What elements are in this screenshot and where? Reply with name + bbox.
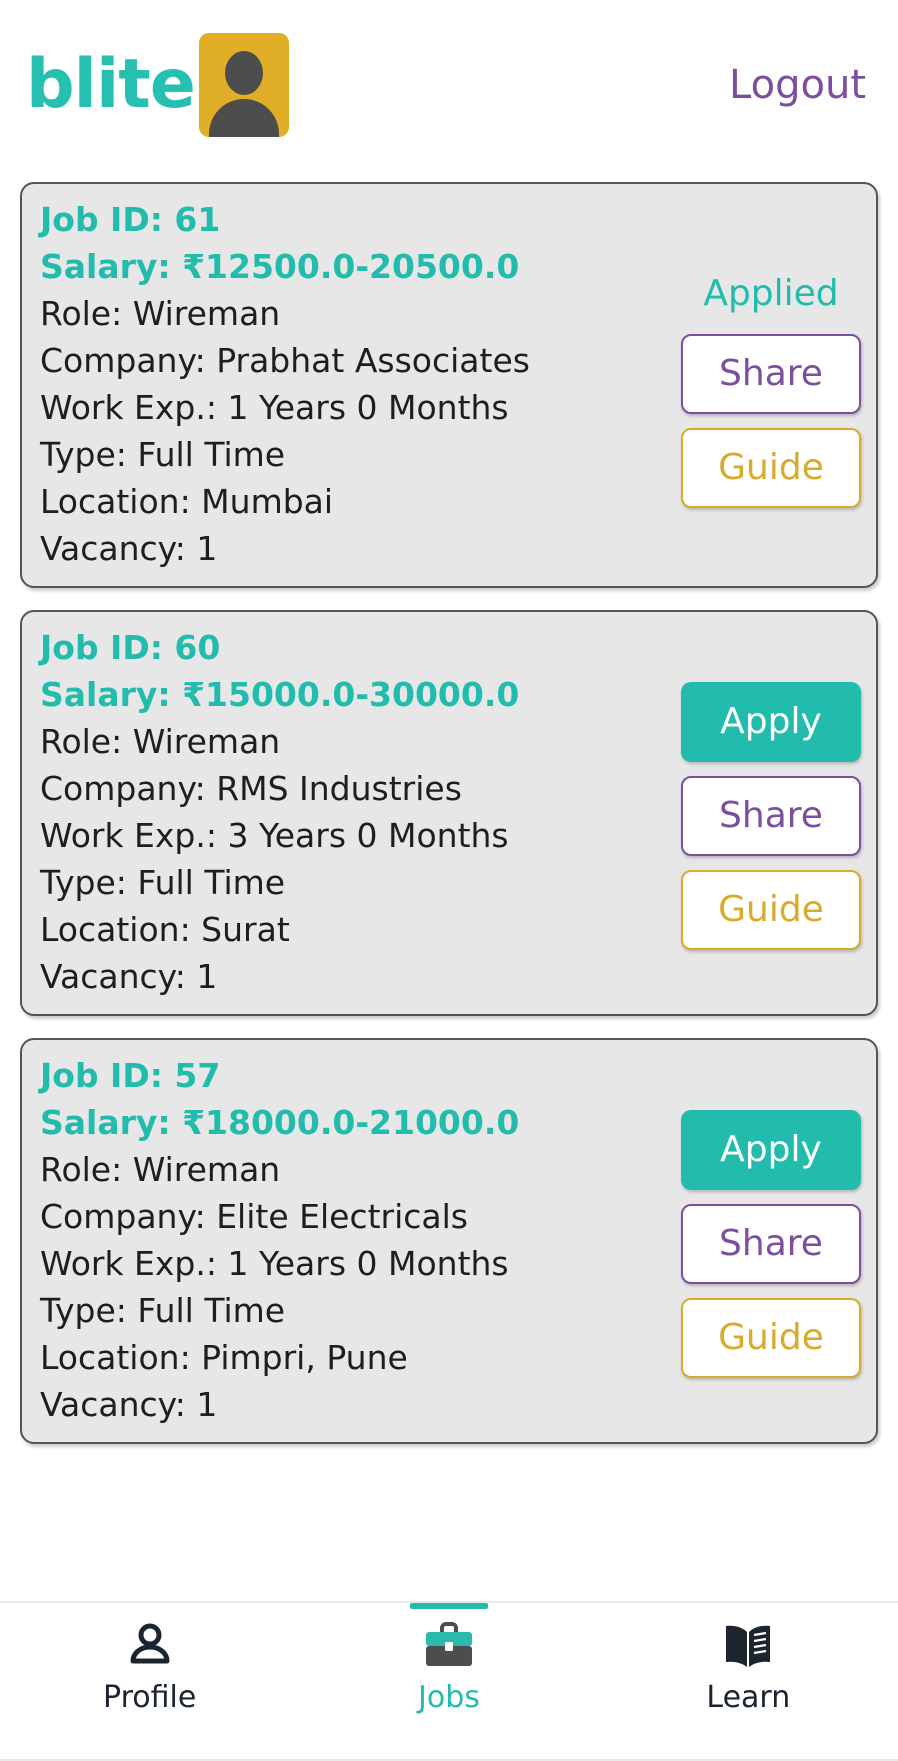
share-button[interactable]: Share: [681, 334, 861, 414]
job-type: Type: Full Time: [40, 435, 286, 474]
guide-button[interactable]: Guide: [681, 870, 861, 950]
job-location: Location: Surat: [40, 910, 290, 949]
job-id: Job ID: 61: [40, 200, 221, 239]
bottom-navigation: Profile Jobs Learn: [0, 1601, 898, 1761]
job-salary: Salary: ₹18000.0-21000.0: [40, 1103, 520, 1142]
job-location: Location: Mumbai: [40, 482, 334, 521]
open-book-icon: [720, 1615, 776, 1677]
share-button[interactable]: Share: [681, 1204, 861, 1284]
person-avatar-icon: [198, 33, 289, 137]
job-company: Company: RMS Industries: [40, 769, 462, 808]
job-id: Job ID: 60: [40, 628, 221, 667]
job-salary: Salary: ₹12500.0-20500.0: [40, 247, 520, 286]
nav-item-learn[interactable]: Learn: [599, 1603, 898, 1759]
job-company: Company: Elite Electricals: [40, 1197, 468, 1236]
app-header: blite Logout: [0, 0, 898, 170]
job-card[interactable]: Job ID: 61 Salary: ₹12500.0-20500.0 Role…: [20, 182, 878, 588]
job-card[interactable]: Job ID: 57 Salary: ₹18000.0-21000.0 Role…: [20, 1038, 878, 1444]
briefcase-icon: [421, 1615, 477, 1677]
job-company: Company: Prabhat Associates: [40, 341, 530, 380]
person-outline-icon: [124, 1615, 176, 1677]
job-work-exp: Work Exp.: 1 Years 0 Months: [40, 1244, 509, 1283]
job-work-exp: Work Exp.: 1 Years 0 Months: [40, 388, 509, 427]
job-vacancy: Vacancy: 1: [40, 1385, 218, 1424]
brand-logo: blite: [26, 33, 289, 137]
status-badge-applied: Applied: [703, 273, 839, 314]
job-card[interactable]: Job ID: 60 Salary: ₹15000.0-30000.0 Role…: [20, 610, 878, 1016]
job-location: Location: Pimpri, Pune: [40, 1338, 408, 1377]
logout-button[interactable]: Logout: [729, 65, 866, 105]
job-salary: Salary: ₹15000.0-30000.0: [40, 675, 520, 714]
job-vacancy: Vacancy: 1: [40, 529, 218, 568]
nav-label-profile: Profile: [103, 1680, 197, 1715]
avatar-head-shape: [224, 51, 263, 95]
job-type: Type: Full Time: [40, 1291, 286, 1330]
job-id: Job ID: 57: [40, 1056, 221, 1095]
job-list: Job ID: 61 Salary: ₹12500.0-20500.0 Role…: [0, 170, 898, 1601]
job-actions: Applied Share Guide: [680, 196, 862, 572]
job-actions: Apply Share Guide: [680, 1052, 862, 1428]
job-role: Role: Wireman: [40, 1150, 281, 1189]
apply-button[interactable]: Apply: [681, 682, 861, 762]
share-button[interactable]: Share: [681, 776, 861, 856]
avatar-body-shape: [208, 99, 279, 137]
nav-item-jobs[interactable]: Jobs: [299, 1603, 598, 1759]
active-tab-indicator: [409, 1603, 488, 1609]
apply-button[interactable]: Apply: [681, 1110, 861, 1190]
job-role: Role: Wireman: [40, 722, 281, 761]
job-details: Job ID: 60 Salary: ₹15000.0-30000.0 Role…: [40, 624, 680, 1000]
job-actions: Apply Share Guide: [680, 624, 862, 1000]
guide-button[interactable]: Guide: [681, 1298, 861, 1378]
job-type: Type: Full Time: [40, 863, 286, 902]
job-role: Role: Wireman: [40, 294, 281, 333]
job-work-exp: Work Exp.: 3 Years 0 Months: [40, 816, 509, 855]
job-details: Job ID: 61 Salary: ₹12500.0-20500.0 Role…: [40, 196, 680, 572]
nav-item-profile[interactable]: Profile: [0, 1603, 299, 1759]
job-details: Job ID: 57 Salary: ₹18000.0-21000.0 Role…: [40, 1052, 680, 1428]
nav-label-jobs: Jobs: [418, 1680, 480, 1715]
nav-label-learn: Learn: [706, 1680, 791, 1715]
app-root: blite Logout Job ID: 61 Salary: ₹12500.0…: [0, 0, 898, 1761]
brand-name: blite: [26, 45, 196, 124]
guide-button[interactable]: Guide: [681, 428, 861, 508]
job-vacancy: Vacancy: 1: [40, 957, 218, 996]
